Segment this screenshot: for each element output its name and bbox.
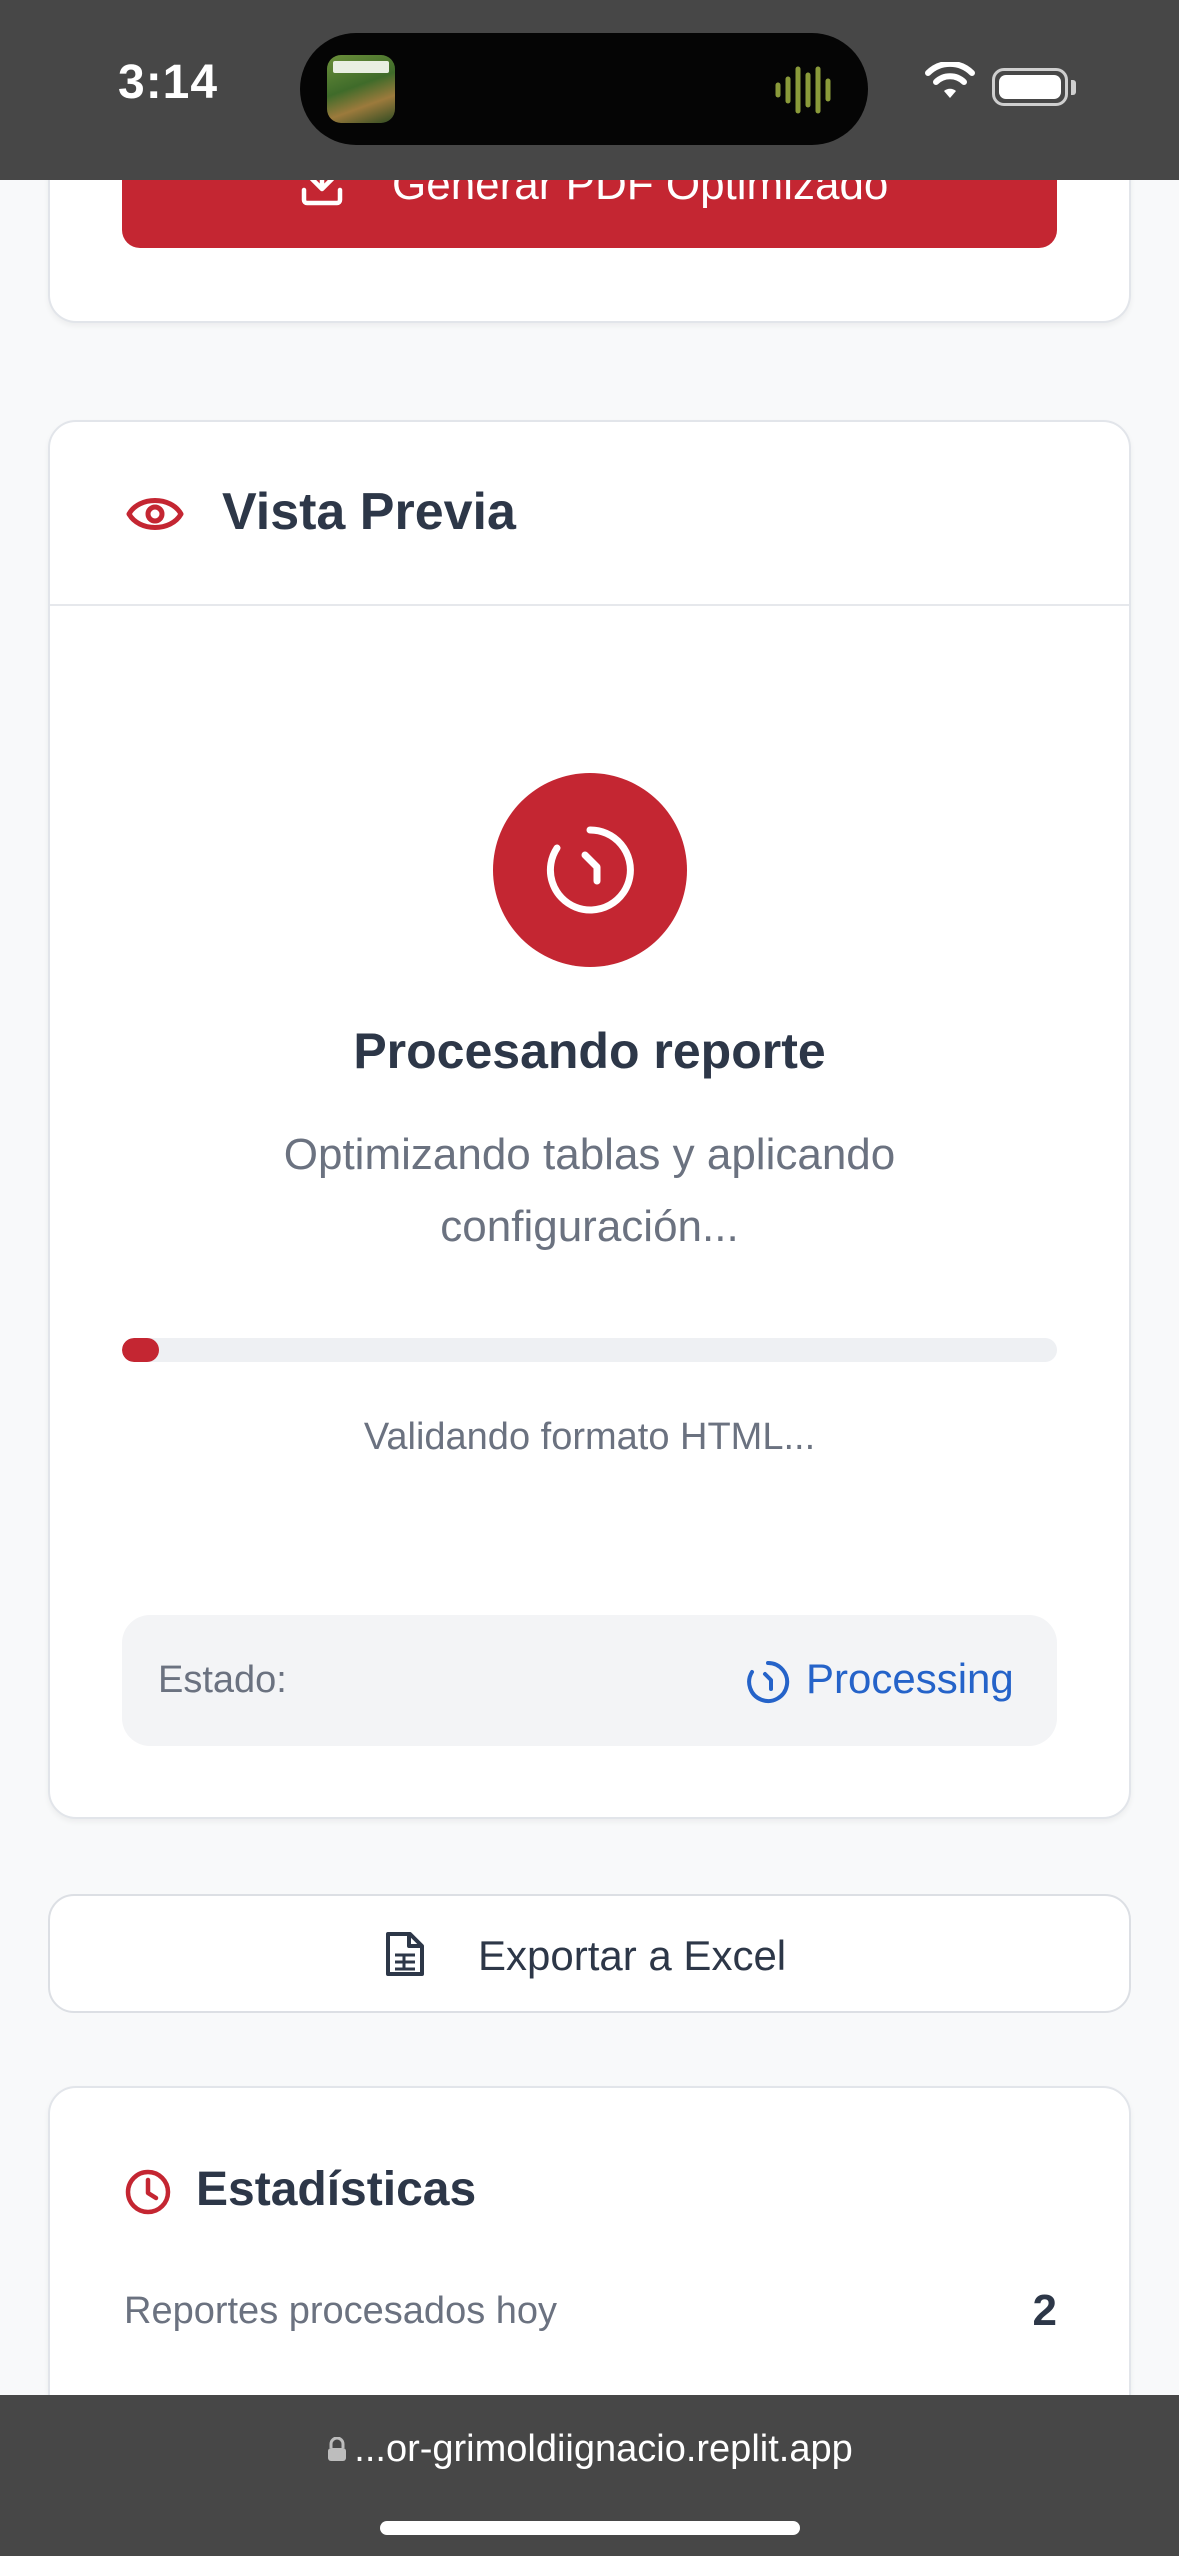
lock-icon — [328, 2436, 347, 2461]
url-text: ...or-grimoldiignacio.replit.app — [354, 2428, 853, 2470]
status-box: Estado: Processing — [122, 1615, 1057, 1746]
export-excel-label: Exportar a Excel — [478, 1932, 787, 1979]
spreadsheet-file-icon — [386, 1932, 424, 1976]
clock-icon — [125, 2169, 171, 2215]
progress-bar — [122, 1338, 1057, 1362]
preview-divider — [50, 604, 1129, 606]
url-bar[interactable]: ...or-grimoldiignacio.replit.app — [0, 2428, 1179, 2471]
browser-bottom-bar: ...or-grimoldiignacio.replit.app — [0, 2395, 1179, 2556]
processing-description-line2: configuración... — [440, 1202, 739, 1251]
status-clock-icon — [747, 1660, 790, 1703]
processing-description-line1: Optimizando tablas y aplicando — [283, 1130, 896, 1179]
processing-spinner — [493, 773, 687, 967]
export-excel-button[interactable]: Exportar a Excel — [48, 1894, 1131, 2013]
home-indicator[interactable] — [380, 2521, 800, 2535]
wifi-icon — [925, 62, 975, 98]
eye-icon — [126, 498, 184, 530]
stats-title: Estadísticas — [196, 2163, 477, 2216]
stats-row-value: 2 — [1032, 2286, 1057, 2335]
status-time: 3:14 — [118, 56, 219, 109]
dynamic-island — [300, 33, 868, 145]
battery-icon — [992, 68, 1068, 106]
preview-title: Vista Previa — [222, 483, 516, 541]
now-playing-thumbnail — [327, 55, 395, 123]
status-value: Processing — [806, 1655, 1014, 1702]
preview-card: Vista Previa — [48, 420, 1131, 1819]
progress-bar-fill — [122, 1338, 160, 1362]
processing-title: Procesando reporte — [353, 1023, 826, 1079]
status-bar: 3:14 — [0, 0, 1179, 180]
status-label: Estado: — [158, 1659, 287, 1701]
stats-row-label: Reportes procesados hoy — [124, 2290, 558, 2332]
waveform-icon — [775, 66, 831, 114]
processing-step-text: Validando formato HTML... — [363, 1416, 816, 1458]
clock-spinner-icon — [546, 826, 634, 914]
